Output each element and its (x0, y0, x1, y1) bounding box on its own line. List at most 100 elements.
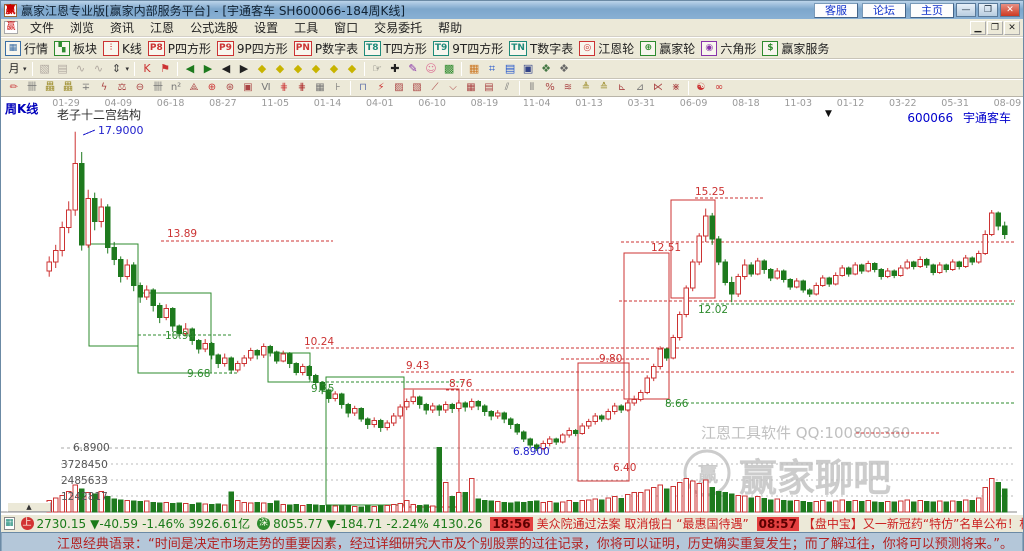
gann-tool-icon[interactable]: ⚖ (113, 81, 131, 95)
draw-tool-icon[interactable]: ◀ (217, 61, 235, 77)
draw-tool-icon[interactable]: ▶ (199, 61, 217, 77)
news-ticker-item[interactable]: 【盘中宝】又一新冠药“特仿”名单公布！相关原料药需 (803, 515, 1023, 532)
draw-tool-icon[interactable]: ▩ (440, 61, 458, 77)
mdi-minimize-button[interactable]: ▁ (970, 20, 986, 35)
menu-item[interactable]: 浏览 (62, 18, 102, 37)
draw-tool-icon[interactable]: ◆ (343, 61, 361, 77)
menu-item[interactable]: 资讯 (102, 18, 142, 37)
close-button[interactable]: ✕ (1000, 3, 1020, 17)
menu-item[interactable]: 江恩 (142, 18, 182, 37)
draw-tool-icon[interactable]: ❖ (555, 61, 573, 77)
gann-tool-icon[interactable]: ▤ (480, 81, 498, 95)
dropdown-arrow-icon[interactable]: ▾ (126, 65, 130, 73)
draw-tool-icon[interactable]: ∿ (72, 61, 90, 77)
gann-tool-icon[interactable]: ⦀ (523, 81, 541, 95)
gann-tool-icon[interactable]: ▦ (462, 81, 480, 95)
titlebar-button-主页[interactable]: 主页 (910, 2, 954, 18)
gann-tool-icon[interactable]: ≋ (559, 81, 577, 95)
menu-item[interactable]: 公式选股 (182, 18, 246, 37)
candlestick-chart[interactable]: 江恩工具软件 QQ:100800360赢 赢家聊吧 6.8900 3728450 248… (1, 97, 1023, 514)
menu-item[interactable]: 交易委托 (366, 18, 430, 37)
draw-tool-icon[interactable]: ⚑ (156, 61, 174, 77)
draw-tool-icon[interactable]: ◆ (253, 61, 271, 77)
gann-tool-icon[interactable]: ✏ (5, 81, 23, 95)
toolbar-button-T四方形[interactable]: T8 T四方形 (364, 40, 427, 57)
draw-tool-icon[interactable]: ❖ (537, 61, 555, 77)
gann-tool-icon[interactable]: ⊕ (203, 81, 221, 95)
titlebar-button-客服[interactable]: 客服 (814, 2, 858, 18)
toolbar-button-9P四方形[interactable]: P9 9P四方形 (217, 40, 288, 57)
minimize-button[interactable]: — (956, 3, 976, 17)
draw-tool-icon[interactable]: ▤ (54, 61, 72, 77)
draw-tool-icon[interactable]: ◀ (181, 61, 199, 77)
toolbar-button-赢家服务[interactable]: $ 赢家服务 (762, 40, 829, 57)
gann-tool-icon[interactable]: ⋉ (649, 81, 667, 95)
menu-item[interactable]: 帮助 (430, 18, 470, 37)
toolbar-button-T数字表[interactable]: TN T数字表 (509, 40, 573, 57)
draw-tool-icon[interactable]: ▦ (465, 61, 483, 77)
gann-tool-icon[interactable]: 卌 (23, 81, 41, 95)
gann-tool-icon[interactable]: ⚡ (372, 81, 390, 95)
collapse-panel-button[interactable]: ▲ (7, 502, 51, 512)
gann-tool-icon[interactable]: ⊦ (329, 81, 347, 95)
draw-tool-icon[interactable]: ▣ (519, 61, 537, 77)
gann-tool-icon[interactable]: ☯ (692, 81, 710, 95)
draw-tool-icon[interactable]: ▶ (235, 61, 253, 77)
toolbar-button-K线[interactable]: ⫶ K线 (103, 40, 142, 57)
gann-tool-icon[interactable]: ∞ (710, 81, 728, 95)
draw-tool-icon[interactable]: ∿ (90, 61, 108, 77)
mdi-restore-button[interactable]: ❐ (987, 20, 1003, 35)
gann-tool-icon[interactable]: ⟋ (426, 81, 444, 95)
gann-tool-icon[interactable]: 卌 (149, 81, 167, 95)
gann-tool-icon[interactable]: n² (167, 81, 185, 95)
gann-tool-icon[interactable]: ▦ (311, 81, 329, 95)
draw-tool-icon[interactable]: ◆ (307, 61, 325, 77)
draw-tool-icon[interactable]: ▧ (36, 61, 54, 77)
gann-tool-icon[interactable]: ⊓ (354, 81, 372, 95)
gann-tool-icon[interactable]: ⊛ (221, 81, 239, 95)
toolbar-button-9T四方形[interactable]: T9 9T四方形 (432, 40, 503, 57)
gann-tool-icon[interactable]: ▨ (390, 81, 408, 95)
draw-tool-icon[interactable]: ◆ (289, 61, 307, 77)
toolbar-button-赢家轮[interactable]: ⊕ 赢家轮 (640, 40, 695, 57)
draw-tool-icon[interactable]: ✎ (404, 61, 422, 77)
draw-tool-icon[interactable]: ◆ (271, 61, 289, 77)
draw-tool-icon[interactable]: K (138, 61, 156, 77)
gann-tool-icon[interactable]: ⋕ (275, 81, 293, 95)
toolbar-button-P四方形[interactable]: P8 P四方形 (147, 40, 211, 57)
gann-tool-icon[interactable]: ⊖ (131, 81, 149, 95)
restore-button[interactable]: ❐ (978, 3, 998, 17)
gann-tool-icon[interactable]: % (541, 81, 559, 95)
gann-tool-icon[interactable]: 畾 (59, 81, 77, 95)
toolbar-button-行情[interactable]: ▦ 行情 (5, 40, 48, 57)
draw-tool-icon[interactable]: ☺ (422, 61, 440, 77)
draw-tool-icon[interactable]: ⌗ (483, 61, 501, 77)
toolbar-button-P数字表[interactable]: PN P数字表 (293, 40, 358, 57)
gann-tool-icon[interactable]: ⋇ (667, 81, 685, 95)
menu-item[interactable]: 设置 (246, 18, 286, 37)
draw-tool-icon[interactable]: 月 (5, 61, 23, 77)
draw-tool-icon[interactable]: ✚ (386, 61, 404, 77)
titlebar-button-论坛[interactable]: 论坛 (862, 2, 906, 18)
gann-tool-icon[interactable]: 畾 (41, 81, 59, 95)
toolbar-button-六角形[interactable]: ◉ 六角形 (701, 40, 756, 57)
gann-tool-icon[interactable]: ≜ (577, 81, 595, 95)
menu-item[interactable]: 文件 (22, 18, 62, 37)
dropdown-arrow-icon[interactable]: ▾ (23, 65, 27, 73)
gann-tool-icon[interactable]: ⟁ (185, 81, 203, 95)
draw-tool-icon[interactable]: ☞ (368, 61, 386, 77)
toolbar-button-江恩轮[interactable]: ◎ 江恩轮 (579, 40, 634, 57)
kline-chart-area[interactable]: 江恩工具软件 QQ:100800360 赢赢家聊吧 6.8900 3728450 248… (1, 97, 1023, 514)
draw-tool-icon[interactable]: ⇕ (108, 61, 126, 77)
gann-tool-icon[interactable]: ∓ (77, 81, 95, 95)
draw-tool-icon[interactable]: ◆ (325, 61, 343, 77)
gann-tool-icon[interactable]: ⊾ (613, 81, 631, 95)
gann-tool-icon[interactable]: ⫽ (498, 81, 516, 95)
draw-tool-icon[interactable]: ▤ (501, 61, 519, 77)
gann-tool-icon[interactable]: ▣ (239, 81, 257, 95)
quote-grid-icon[interactable]: ▦ (4, 517, 15, 530)
menu-item[interactable]: 工具 (286, 18, 326, 37)
gann-tool-icon[interactable]: ⊿ (631, 81, 649, 95)
gann-tool-icon[interactable]: ≙ (595, 81, 613, 95)
mdi-close-button[interactable]: ✕ (1004, 20, 1020, 35)
